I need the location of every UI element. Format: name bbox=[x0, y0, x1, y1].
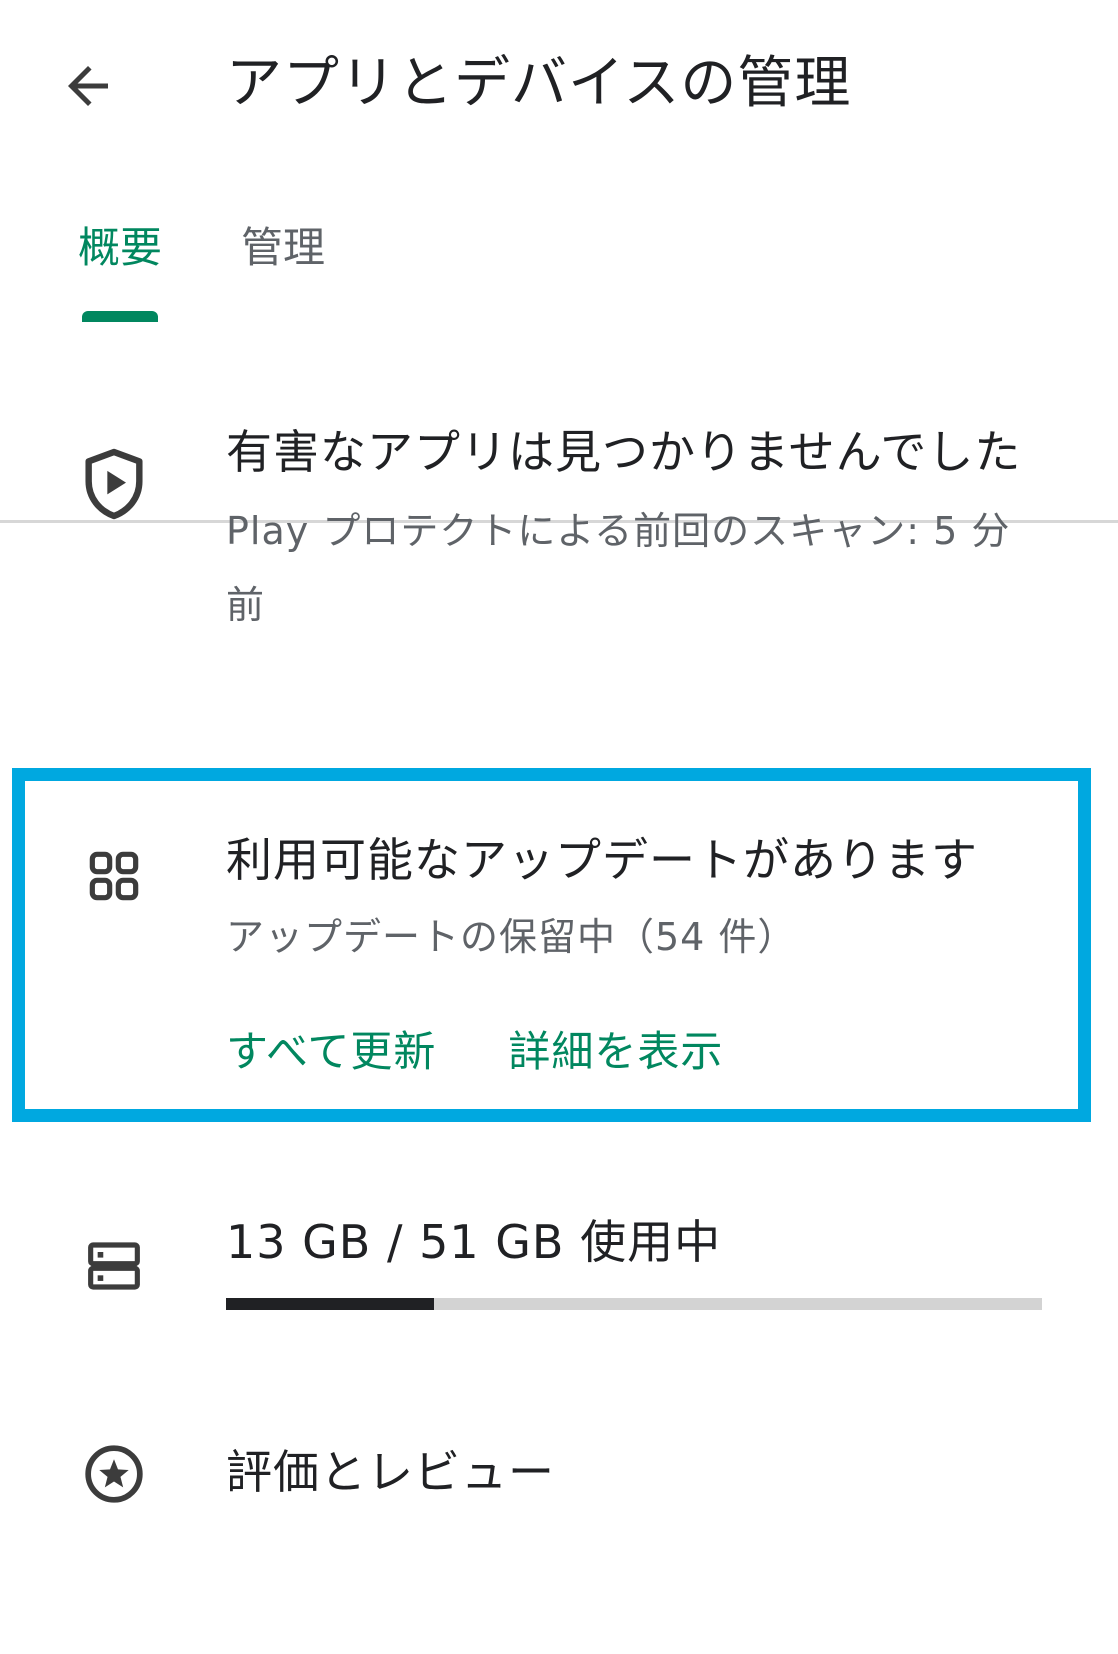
updates-title: 利用可能なアップデートがあります bbox=[226, 833, 978, 887]
shield-play-icon bbox=[78, 448, 150, 520]
storage-progress-bar bbox=[226, 1298, 1042, 1310]
updates-subtitle: アップデートの保留中（54 件） bbox=[226, 915, 797, 959]
storage-text: 13 GB / 51 GB 使用中 bbox=[226, 1200, 1036, 1284]
page-title: アプリとデバイスの管理 bbox=[226, 51, 852, 116]
ratings-text: 評価とレビュー bbox=[226, 1430, 1036, 1514]
updates-text: 利用可能なアップデートがあります アップデートの保留中（54 件） bbox=[226, 820, 1036, 974]
updates-actions: すべて更新 詳細を表示 bbox=[226, 1020, 723, 1084]
storage-progress-fill bbox=[226, 1298, 434, 1310]
updates-section[interactable]: 利用可能なアップデートがあります アップデートの保留中（54 件） すべて更新 … bbox=[0, 820, 1118, 1100]
ratings-label: 評価とレビュー bbox=[226, 1445, 555, 1499]
play-protect-title: 有害なアプリは見つかりませんでした bbox=[226, 425, 1022, 479]
ratings-section[interactable]: 評価とレビュー bbox=[0, 1430, 1118, 1530]
tab-overview[interactable]: 概要 bbox=[78, 218, 162, 278]
update-all-button[interactable]: すべて更新 bbox=[226, 1020, 436, 1084]
back-button[interactable] bbox=[52, 50, 124, 122]
star-circle-icon bbox=[78, 1438, 150, 1510]
storage-usage-label: 13 GB / 51 GB 使用中 bbox=[226, 1215, 722, 1269]
view-details-button[interactable]: 詳細を表示 bbox=[508, 1020, 723, 1084]
apps-grid-icon bbox=[78, 840, 150, 912]
top-app-bar: アプリとデバイスの管理 bbox=[0, 0, 1118, 170]
tab-selected-indicator bbox=[82, 311, 158, 322]
storage-section[interactable]: 13 GB / 51 GB 使用中 bbox=[0, 1200, 1118, 1330]
storage-icon bbox=[78, 1230, 150, 1302]
play-protect-section[interactable]: 有害なアプリは見つかりませんでした Play プロテクトによる前回のスキャン: … bbox=[0, 410, 1118, 740]
tab-bar: 概要 管理 bbox=[0, 200, 1118, 523]
tab-manage[interactable]: 管理 bbox=[241, 218, 325, 278]
play-protect-text: 有害なアプリは見つかりませんでした Play プロテクトによる前回のスキャン: … bbox=[226, 410, 1036, 642]
arrow-back-icon bbox=[68, 66, 108, 106]
play-protect-subtitle: Play プロテクトによる前回のスキャン: 5 分前 bbox=[226, 509, 1011, 627]
